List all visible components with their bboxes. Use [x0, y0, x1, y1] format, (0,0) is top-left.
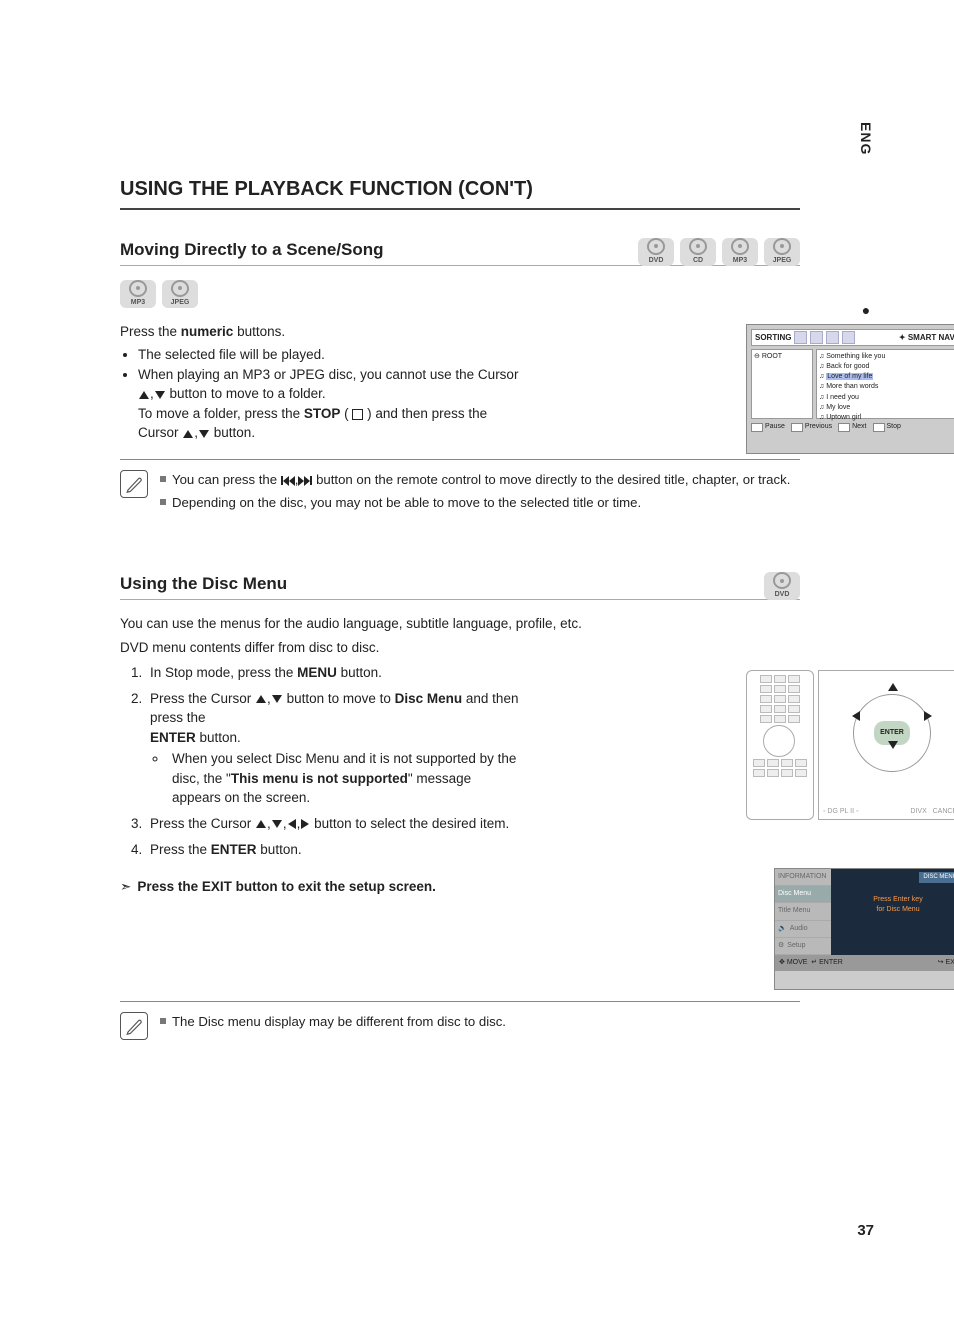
sort-icon-4 — [842, 331, 855, 344]
page-content: USING THE PLAYBACK FUNCTION (CON'T) DVD … — [120, 175, 800, 1040]
pointer-icon: ➣ — [120, 877, 131, 897]
cursor-down-icon — [155, 391, 165, 399]
page-title: USING THE PLAYBACK FUNCTION (CON'T) — [120, 175, 800, 204]
osd-item-disc-menu: Disc Menu — [775, 886, 831, 903]
media-badges-inline: MP3 JPEG — [120, 280, 800, 308]
cursor-up-icon-4 — [256, 820, 266, 828]
cursor-up-icon — [139, 391, 149, 399]
remote-figure: ENTER ◦ DG PL II ◦DIVX CANCEL — [746, 670, 954, 820]
step-2: Press the Cursor , button to move to Dis… — [146, 689, 520, 808]
step-3: Press the Cursor ,,, button to select th… — [146, 814, 520, 834]
media-badges-top: DVD CD MP3 JPEG — [638, 238, 800, 266]
osd-sidebar: INFORMATION Disc Menu Title Menu 🔊 Audio… — [775, 869, 831, 955]
cursor-left-icon — [288, 819, 296, 829]
skip-prev-icon — [281, 476, 295, 486]
osd-figure: INFORMATION Disc Menu Title Menu 🔊 Audio… — [774, 868, 954, 990]
section2-notes: The Disc menu display may be different f… — [120, 1001, 800, 1040]
page-number: 37 — [857, 1220, 874, 1242]
step-1: In Stop mode, press the MENU button. — [146, 663, 520, 683]
note-icon-2 — [120, 1012, 148, 1040]
remote-wheel — [763, 725, 795, 757]
cursor-right-icon — [301, 819, 309, 829]
smart-navi-label: SMART NAVI — [908, 333, 954, 342]
note-disc-menu-vary: The Disc menu display may be different f… — [160, 1012, 800, 1031]
skip-next-icon — [298, 476, 312, 486]
folder-pane: ⊖ ROOT — [751, 349, 813, 419]
media-badges-dvd: DVD — [764, 572, 800, 600]
sorting-panel-figure: SORTING ✦ SMART NAVI ⊖ ROOT ♫ Something … — [746, 324, 954, 454]
section-disc-menu: DVD Using the Disc Menu You can use the … — [120, 572, 800, 1039]
section2-intro: You can use the menus for the audio lang… — [120, 614, 800, 634]
badge-dvd: DVD — [638, 238, 674, 266]
step-2-sub: When you select Disc Menu and it is not … — [168, 749, 520, 808]
cursor-down-icon-2 — [199, 430, 209, 438]
section2-body: You can use the menus for the audio lang… — [120, 614, 800, 901]
exit-instruction: Press the EXIT button to exit the setup … — [137, 879, 436, 894]
cursor-up-icon-2 — [183, 430, 193, 438]
osd-item-title-menu: Title Menu — [775, 903, 831, 920]
remote-zoom: ENTER ◦ DG PL II ◦DIVX CANCEL — [818, 670, 954, 820]
note-skip: You can press the , button on the remote… — [160, 470, 800, 489]
osd-footer: ✥ MOVE ↵ ENTER ↪ EXIT — [775, 955, 954, 971]
song-pane: ♫ Something like you ♫ Back for good ♫ L… — [816, 349, 954, 419]
note-depending: Depending on the disc, you may not be ab… — [160, 493, 800, 512]
section1-notes: You can press the , button on the remote… — [120, 459, 800, 516]
note-icon — [120, 470, 148, 498]
cursor-down-icon-3 — [272, 695, 282, 703]
osd-header: DISC MENU — [919, 872, 954, 883]
bullet-selected-file: The selected file will be played. — [138, 345, 520, 365]
sort-icon-1 — [794, 331, 807, 344]
cursor-down-icon-4 — [272, 820, 282, 828]
osd-corner: INFORMATION — [775, 869, 831, 886]
osd-item-audio: 🔊 Audio — [775, 921, 831, 938]
badge-dvd-2: DVD — [764, 572, 800, 600]
section1-body: Press the numeric buttons. The selected … — [120, 318, 520, 443]
badge-mp3: MP3 — [722, 238, 758, 266]
language-tab: ENG — [856, 122, 876, 155]
sort-icon-3 — [826, 331, 839, 344]
title-rule — [120, 208, 800, 210]
osd-view: DISC MENU Press Enter key for Disc Menu — [831, 869, 954, 955]
section2-rule — [120, 599, 800, 600]
osd-item-setup: ⚙ Setup — [775, 938, 831, 955]
section2-heading: Using the Disc Menu — [120, 572, 800, 597]
section-moving-scene: DVD CD MP3 JPEG Moving Directly to a Sce… — [120, 238, 800, 516]
badge-jpeg-inline: JPEG — [162, 280, 198, 308]
stop-icon — [352, 409, 363, 420]
cursor-up-icon-3 — [256, 695, 266, 703]
remote-body — [746, 670, 814, 820]
sort-icon-2 — [810, 331, 823, 344]
bullet-cursor-restrict: When playing an MP3 or JPEG disc, you ca… — [138, 365, 520, 443]
sorting-label: SORTING — [755, 332, 791, 344]
manual-page: ENG ● PLAYBACK USING THE PLAYBACK FUNCTI… — [0, 0, 954, 1322]
step-4: Press the ENTER button. — [146, 840, 520, 860]
badge-mp3-inline: MP3 — [120, 280, 156, 308]
badge-cd: CD — [680, 238, 716, 266]
section2-intro2: DVD menu contents differ from disc to di… — [120, 638, 800, 658]
badge-jpeg: JPEG — [764, 238, 800, 266]
